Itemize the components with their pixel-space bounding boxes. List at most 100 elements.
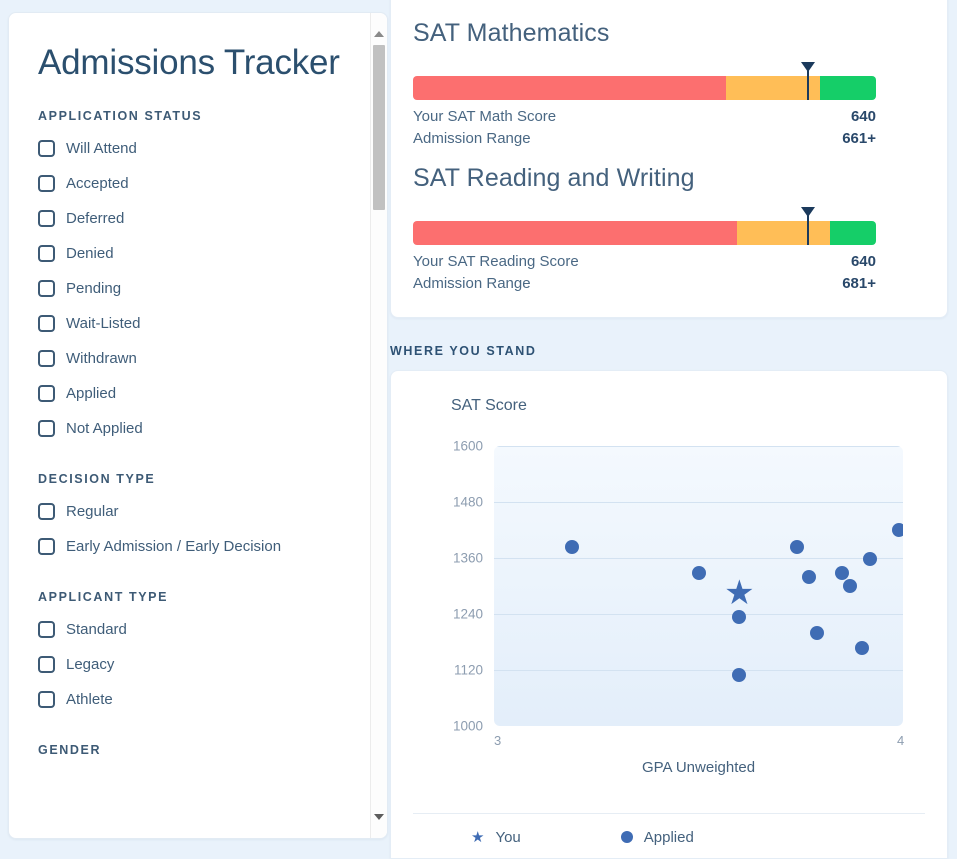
filter-section-label: DECISION TYPE xyxy=(38,471,156,486)
checkbox-icon[interactable] xyxy=(38,279,55,297)
sat-scores-card: SAT Mathematics Your SAT Math Score 640 Adm… xyxy=(390,0,948,318)
applied-data-point xyxy=(810,625,825,640)
score-title: SAT Reading and Writing xyxy=(413,164,695,192)
applied-data-point xyxy=(891,522,903,537)
filter-checkbox-row[interactable]: Applied xyxy=(38,376,361,411)
legend-item[interactable]: Applied xyxy=(620,828,694,846)
filter-checkbox-label: Will Attend xyxy=(66,139,137,157)
sidebar-scroll-content: Admissions Tracker APPLICATION STATUS Wil… xyxy=(9,13,387,838)
filter-checkbox-label: Deferred xyxy=(66,209,125,227)
x-axis-label: GPA Unweighted xyxy=(641,759,756,776)
scrollbar-thumb[interactable] xyxy=(373,45,385,210)
filter-section-label: GENDER xyxy=(38,742,102,757)
admission-range-row: Admission Range 661+ xyxy=(413,128,876,150)
gridline xyxy=(494,502,903,503)
filter-checkbox-label: Athlete xyxy=(66,690,113,708)
checkbox-icon[interactable] xyxy=(38,537,55,555)
legend-dot-icon xyxy=(620,831,633,843)
filter-checkbox-label: Wait-Listed xyxy=(66,314,141,332)
filter-checkbox-row[interactable]: Legacy xyxy=(38,647,361,682)
checkbox-icon[interactable] xyxy=(38,655,55,673)
filter-checkbox-label: Early Admission / Early Decision xyxy=(66,537,282,555)
applied-data-point xyxy=(732,667,747,682)
scroll-up-icon[interactable] xyxy=(371,25,387,43)
filter-checkbox-label: Legacy xyxy=(66,655,115,673)
checkbox-icon[interactable] xyxy=(38,620,55,638)
filter-checkbox-label: Accepted xyxy=(66,174,129,192)
filter-section-label: APPLICATION STATUS xyxy=(38,108,203,123)
sidebar: Admissions Tracker APPLICATION STATUS Wil… xyxy=(0,0,390,859)
range-bar-segment xyxy=(829,221,876,245)
checkbox-icon[interactable] xyxy=(38,209,55,227)
range-bar-segment xyxy=(737,221,830,245)
range-bar-segment xyxy=(413,76,726,100)
filter-checkbox-row[interactable]: Accepted xyxy=(38,166,361,201)
score-block: SAT Mathematics Your SAT Math Score 640 Adm… xyxy=(413,19,925,150)
score-range-bar xyxy=(413,62,925,100)
score-marker-icon xyxy=(800,207,815,245)
filter-checkbox-row[interactable]: Will Attend xyxy=(38,131,361,166)
legend-item[interactable]: ★ You xyxy=(471,828,521,847)
score-row-value: 640 xyxy=(850,108,876,125)
score-title: SAT Mathematics xyxy=(413,19,610,47)
legend-label: Applied xyxy=(643,828,694,846)
filter-checkbox-row[interactable]: Deferred xyxy=(38,201,361,236)
score-row-label: Your SAT Reading Score xyxy=(413,253,579,270)
checkbox-icon[interactable] xyxy=(38,139,55,157)
y-axis-tick: 1240 xyxy=(452,606,483,622)
applied-data-point xyxy=(863,552,878,567)
where-you-stand-label: WHERE YOU STAND xyxy=(390,344,537,358)
applied-data-point xyxy=(801,569,816,584)
filter-checkbox-row[interactable]: Regular xyxy=(38,494,361,529)
checkbox-icon[interactable] xyxy=(38,384,55,402)
page-title: Admissions Tracker xyxy=(38,43,340,82)
filter-checkbox-label: Applied xyxy=(66,384,117,402)
sidebar-card: Admissions Tracker APPLICATION STATUS Wil… xyxy=(8,12,388,839)
checkbox-icon[interactable] xyxy=(38,690,55,708)
gridline xyxy=(494,558,903,559)
score-range-bar xyxy=(413,207,925,245)
scroll-down-icon[interactable] xyxy=(371,808,387,826)
checkbox-icon[interactable] xyxy=(38,244,55,262)
x-axis-tick: 3 xyxy=(494,733,502,748)
checkbox-icon[interactable] xyxy=(38,314,55,332)
legend-star-icon: ★ xyxy=(471,829,485,846)
checkbox-icon[interactable] xyxy=(38,349,55,367)
checkbox-icon[interactable] xyxy=(38,502,55,520)
admission-range-row: Admission Range 681+ xyxy=(413,273,876,295)
y-axis-tick: 1480 xyxy=(452,494,483,510)
chart-title: SAT Score xyxy=(451,397,527,414)
your-score-star-marker: ★ xyxy=(724,574,755,612)
score-row-value: 640 xyxy=(850,253,876,270)
filter-sections: APPLICATION STATUS Will Attend Accepted Def… xyxy=(38,109,361,757)
applied-data-point xyxy=(855,641,870,656)
x-axis-tick: 4 xyxy=(897,733,905,748)
main-panel: SAT Mathematics Your SAT Math Score 640 Adm… xyxy=(390,0,957,859)
your-score-row: Your SAT Reading Score 640 xyxy=(413,251,876,273)
filter-checkbox-row[interactable]: Wait-Listed xyxy=(38,306,361,341)
checkbox-icon[interactable] xyxy=(38,419,55,437)
score-row-value: 681+ xyxy=(842,275,876,292)
applied-data-point xyxy=(564,540,579,555)
score-row-label: Your SAT Math Score xyxy=(413,108,557,125)
range-bar-segment xyxy=(413,221,738,245)
filter-checkbox-row[interactable]: Athlete xyxy=(38,682,361,717)
filter-checkbox-row[interactable]: Not Applied xyxy=(38,411,361,446)
applied-data-point xyxy=(842,578,857,593)
where-you-stand-card: SAT Score ★ 1000 1120 1240 1360 1480 1600 3 4 G… xyxy=(390,370,948,859)
y-axis-tick: 1120 xyxy=(453,662,483,678)
scatter-plot: ★ 1000 1120 1240 1360 1480 1600 3 4 GPA Unweigh… xyxy=(413,421,923,777)
filter-checkbox-row[interactable]: Early Admission / Early Decision xyxy=(38,529,361,564)
y-axis-tick: 1360 xyxy=(452,550,483,566)
filter-checkbox-row[interactable]: Standard xyxy=(38,612,361,647)
filter-checkbox-row[interactable]: Withdrawn xyxy=(38,341,361,376)
filter-checkbox-label: Denied xyxy=(66,244,114,262)
filter-checkbox-row[interactable]: Denied xyxy=(38,236,361,271)
applied-data-point xyxy=(691,566,706,581)
checkbox-icon[interactable] xyxy=(38,174,55,192)
score-row-label: Admission Range xyxy=(413,275,531,292)
filter-checkbox-row[interactable]: Pending xyxy=(38,271,361,306)
score-block: SAT Reading and Writing Your SAT Reading … xyxy=(413,164,925,295)
sidebar-scrollbar[interactable] xyxy=(370,13,387,838)
filter-section-label: APPLICANT TYPE xyxy=(38,589,169,604)
